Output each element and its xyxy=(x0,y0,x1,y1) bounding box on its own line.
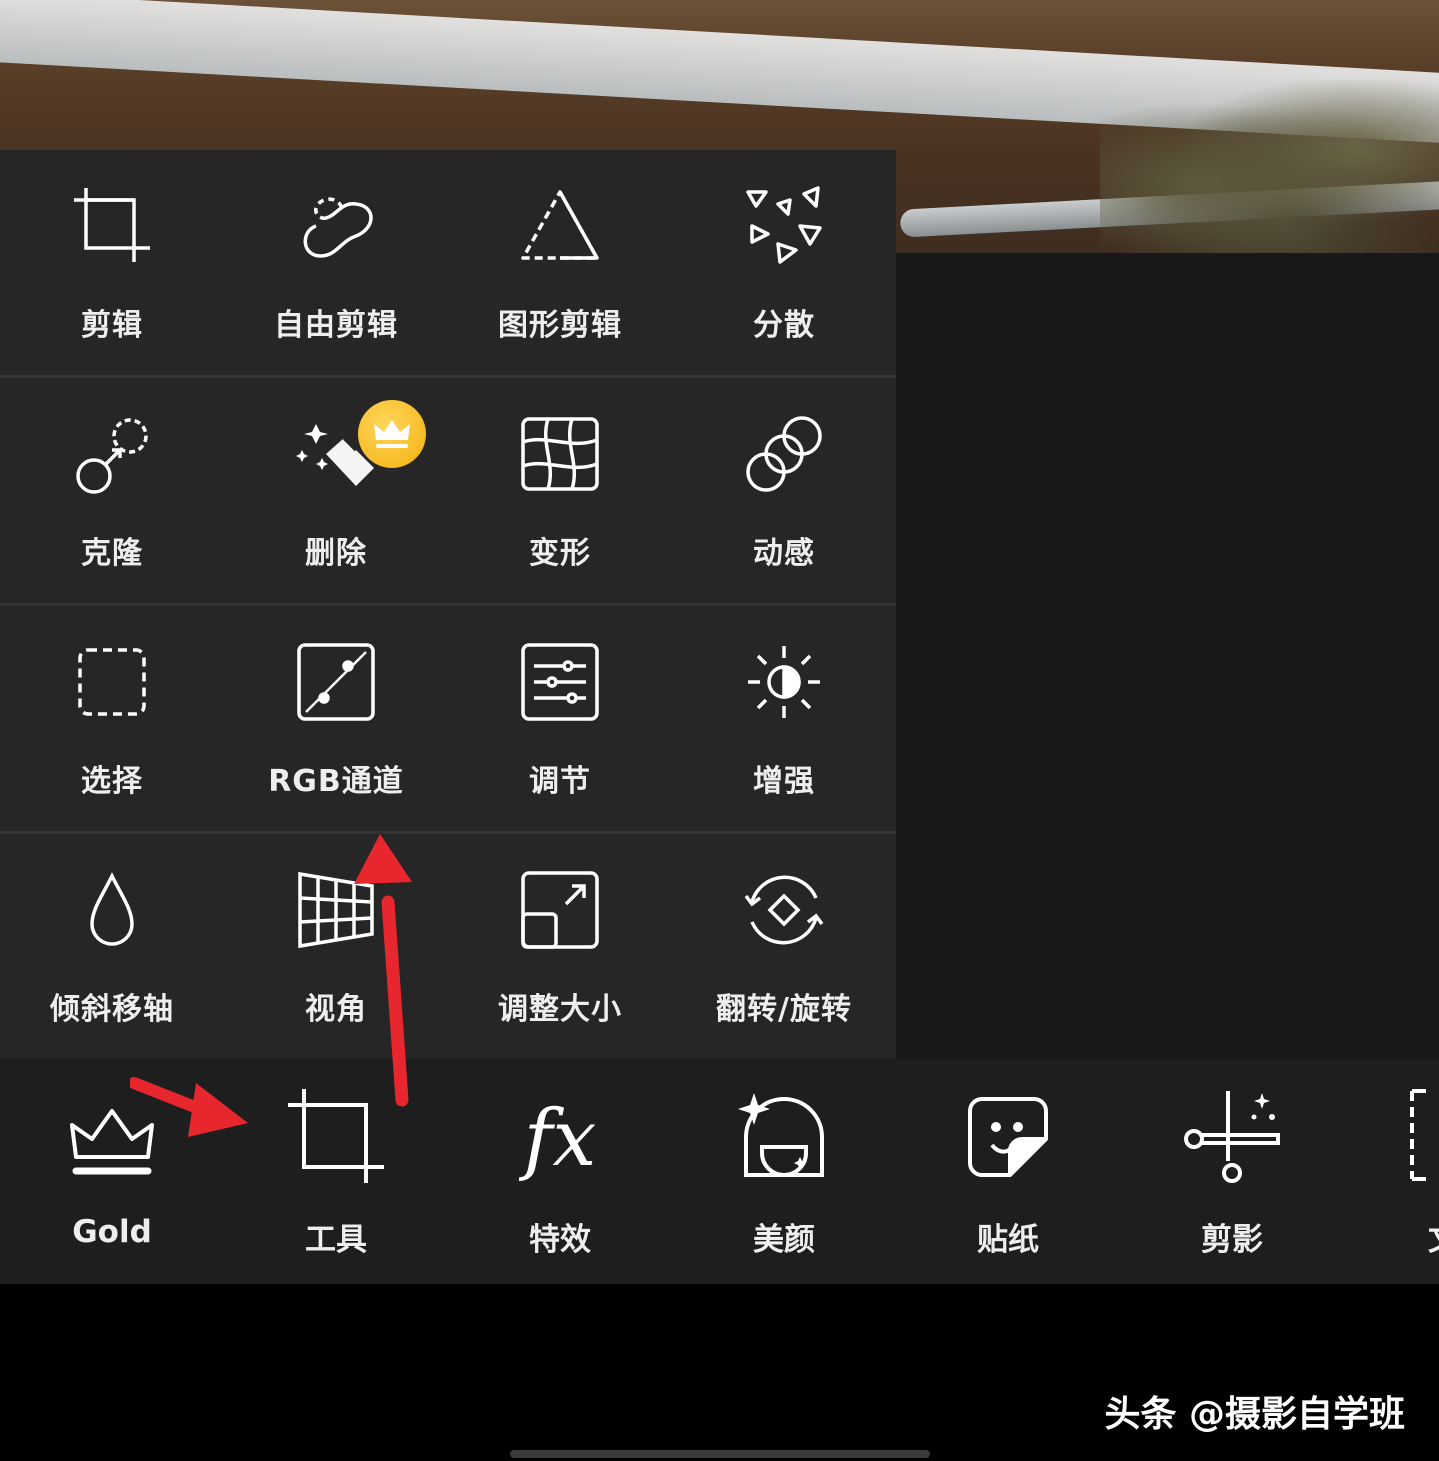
bottom-item-tools[interactable]: 工具 xyxy=(224,1059,448,1284)
tool-crop[interactable]: 剪辑 xyxy=(0,150,224,375)
crop-icon xyxy=(74,188,150,262)
bottom-item-label: 剪影 xyxy=(1201,1222,1263,1258)
perspective-grid-icon xyxy=(298,871,374,949)
tools-row-3: 选择 RGB通道 调节 增强 xyxy=(0,606,896,831)
crown-badge-icon xyxy=(374,420,410,448)
clone-icon xyxy=(76,418,148,494)
bottom-item-gold[interactable]: Gold xyxy=(0,1059,224,1284)
cutout-scissors-icon xyxy=(1184,1091,1280,1183)
tool-resize[interactable]: 调整大小 xyxy=(448,834,672,1059)
tools-panel: 剪辑 自由剪辑 图形剪辑 分散 克隆 删除 变形 动感 选择 RGB通道 调节 … xyxy=(0,150,896,1059)
tool-clone[interactable]: 克隆 xyxy=(0,378,224,603)
tool-flip-rotate[interactable]: 翻转/旋转 xyxy=(672,834,896,1059)
tool-label: 选择 xyxy=(81,764,143,799)
bottom-item-label: Gold xyxy=(72,1214,152,1250)
flip-rotate-icon xyxy=(744,875,824,945)
tool-motion[interactable]: 动感 xyxy=(672,378,896,603)
bottom-toolbar: Gold 工具 fx 特效 美颜 贴纸 剪影 xyxy=(0,1059,1439,1284)
premium-badge xyxy=(358,400,426,468)
drop-icon xyxy=(90,872,134,946)
tool-rgb-curves[interactable]: RGB通道 xyxy=(224,606,448,831)
tool-label: 删除 xyxy=(305,536,367,571)
watermark: 头条 @摄影自学班 xyxy=(1104,1394,1405,1435)
tools-row-4: 倾斜移轴 视角 调整大小 翻转/旋转 xyxy=(0,834,896,1059)
tool-label: RGB通道 xyxy=(268,764,404,799)
tool-label: 调整大小 xyxy=(498,992,622,1027)
tool-warp[interactable]: 变形 xyxy=(448,378,672,603)
photo-shrubs xyxy=(1100,80,1439,253)
bottom-item-label: 特效 xyxy=(529,1222,591,1258)
text-icon xyxy=(1410,1089,1426,1181)
curves-icon xyxy=(297,643,375,721)
tool-freeform-cut[interactable]: 自由剪辑 xyxy=(224,150,448,375)
bottom-item-label: 工具 xyxy=(305,1222,367,1258)
resize-icon xyxy=(521,871,599,949)
fx-icon: fx xyxy=(519,1094,597,1184)
tools-row-2: 克隆 删除 变形 动感 xyxy=(0,378,896,603)
bottom-item-label: 美颜 xyxy=(753,1222,815,1258)
bottom-item-beauty[interactable]: 美颜 xyxy=(672,1059,896,1284)
crown-icon xyxy=(70,1109,154,1175)
tool-label: 剪辑 xyxy=(81,308,143,343)
sticker-icon xyxy=(968,1097,1048,1177)
warp-grid-icon xyxy=(521,417,599,491)
shape-cut-icon xyxy=(521,190,599,260)
select-dashed-icon xyxy=(78,648,146,716)
tool-label: 倾斜移轴 xyxy=(50,992,174,1027)
tool-adjust[interactable]: 调节 xyxy=(448,606,672,831)
tool-label: 翻转/旋转 xyxy=(716,992,852,1027)
tool-tilt-shift[interactable]: 倾斜移轴 xyxy=(0,834,224,1059)
adjust-sliders-icon xyxy=(521,643,599,721)
freeform-cut-icon xyxy=(303,197,373,258)
tool-select[interactable]: 选择 xyxy=(0,606,224,831)
home-indicator[interactable] xyxy=(510,1450,930,1458)
tool-label: 图形剪辑 xyxy=(498,308,622,343)
tool-label: 动感 xyxy=(753,536,815,571)
tool-enhance[interactable]: 增强 xyxy=(672,606,896,831)
canvas-background xyxy=(896,253,1439,1059)
bottom-item-cutout[interactable]: 剪影 xyxy=(1120,1059,1344,1284)
tool-perspective[interactable]: 视角 xyxy=(224,834,448,1059)
beauty-face-icon xyxy=(738,1093,824,1177)
tool-label: 调节 xyxy=(529,764,591,799)
tools-row-1: 剪辑 自由剪辑 图形剪辑 分散 xyxy=(0,150,896,375)
motion-circles-icon xyxy=(746,416,822,492)
tool-label: 分散 xyxy=(753,308,815,343)
tool-label: 克隆 xyxy=(81,536,143,571)
bottom-item-stickers[interactable]: 贴纸 xyxy=(896,1059,1120,1284)
disperse-icon xyxy=(746,186,822,264)
enhance-sun-icon xyxy=(748,646,820,718)
crop-tool-icon xyxy=(288,1089,384,1183)
tool-label: 视角 xyxy=(305,992,367,1027)
bottom-item-text[interactable]: 文 xyxy=(1344,1059,1439,1284)
bottom-item-label: 贴纸 xyxy=(977,1222,1039,1258)
svg-text:fx: fx xyxy=(519,1094,597,1184)
tool-label: 增强 xyxy=(753,764,815,799)
tool-disperse[interactable]: 分散 xyxy=(672,150,896,375)
tool-label: 自由剪辑 xyxy=(274,308,398,343)
tool-shape-cut[interactable]: 图形剪辑 xyxy=(448,150,672,375)
bottom-item-label: 文 xyxy=(1428,1214,1439,1259)
tool-label: 变形 xyxy=(529,536,591,571)
bottom-item-effects[interactable]: fx 特效 xyxy=(448,1059,672,1284)
